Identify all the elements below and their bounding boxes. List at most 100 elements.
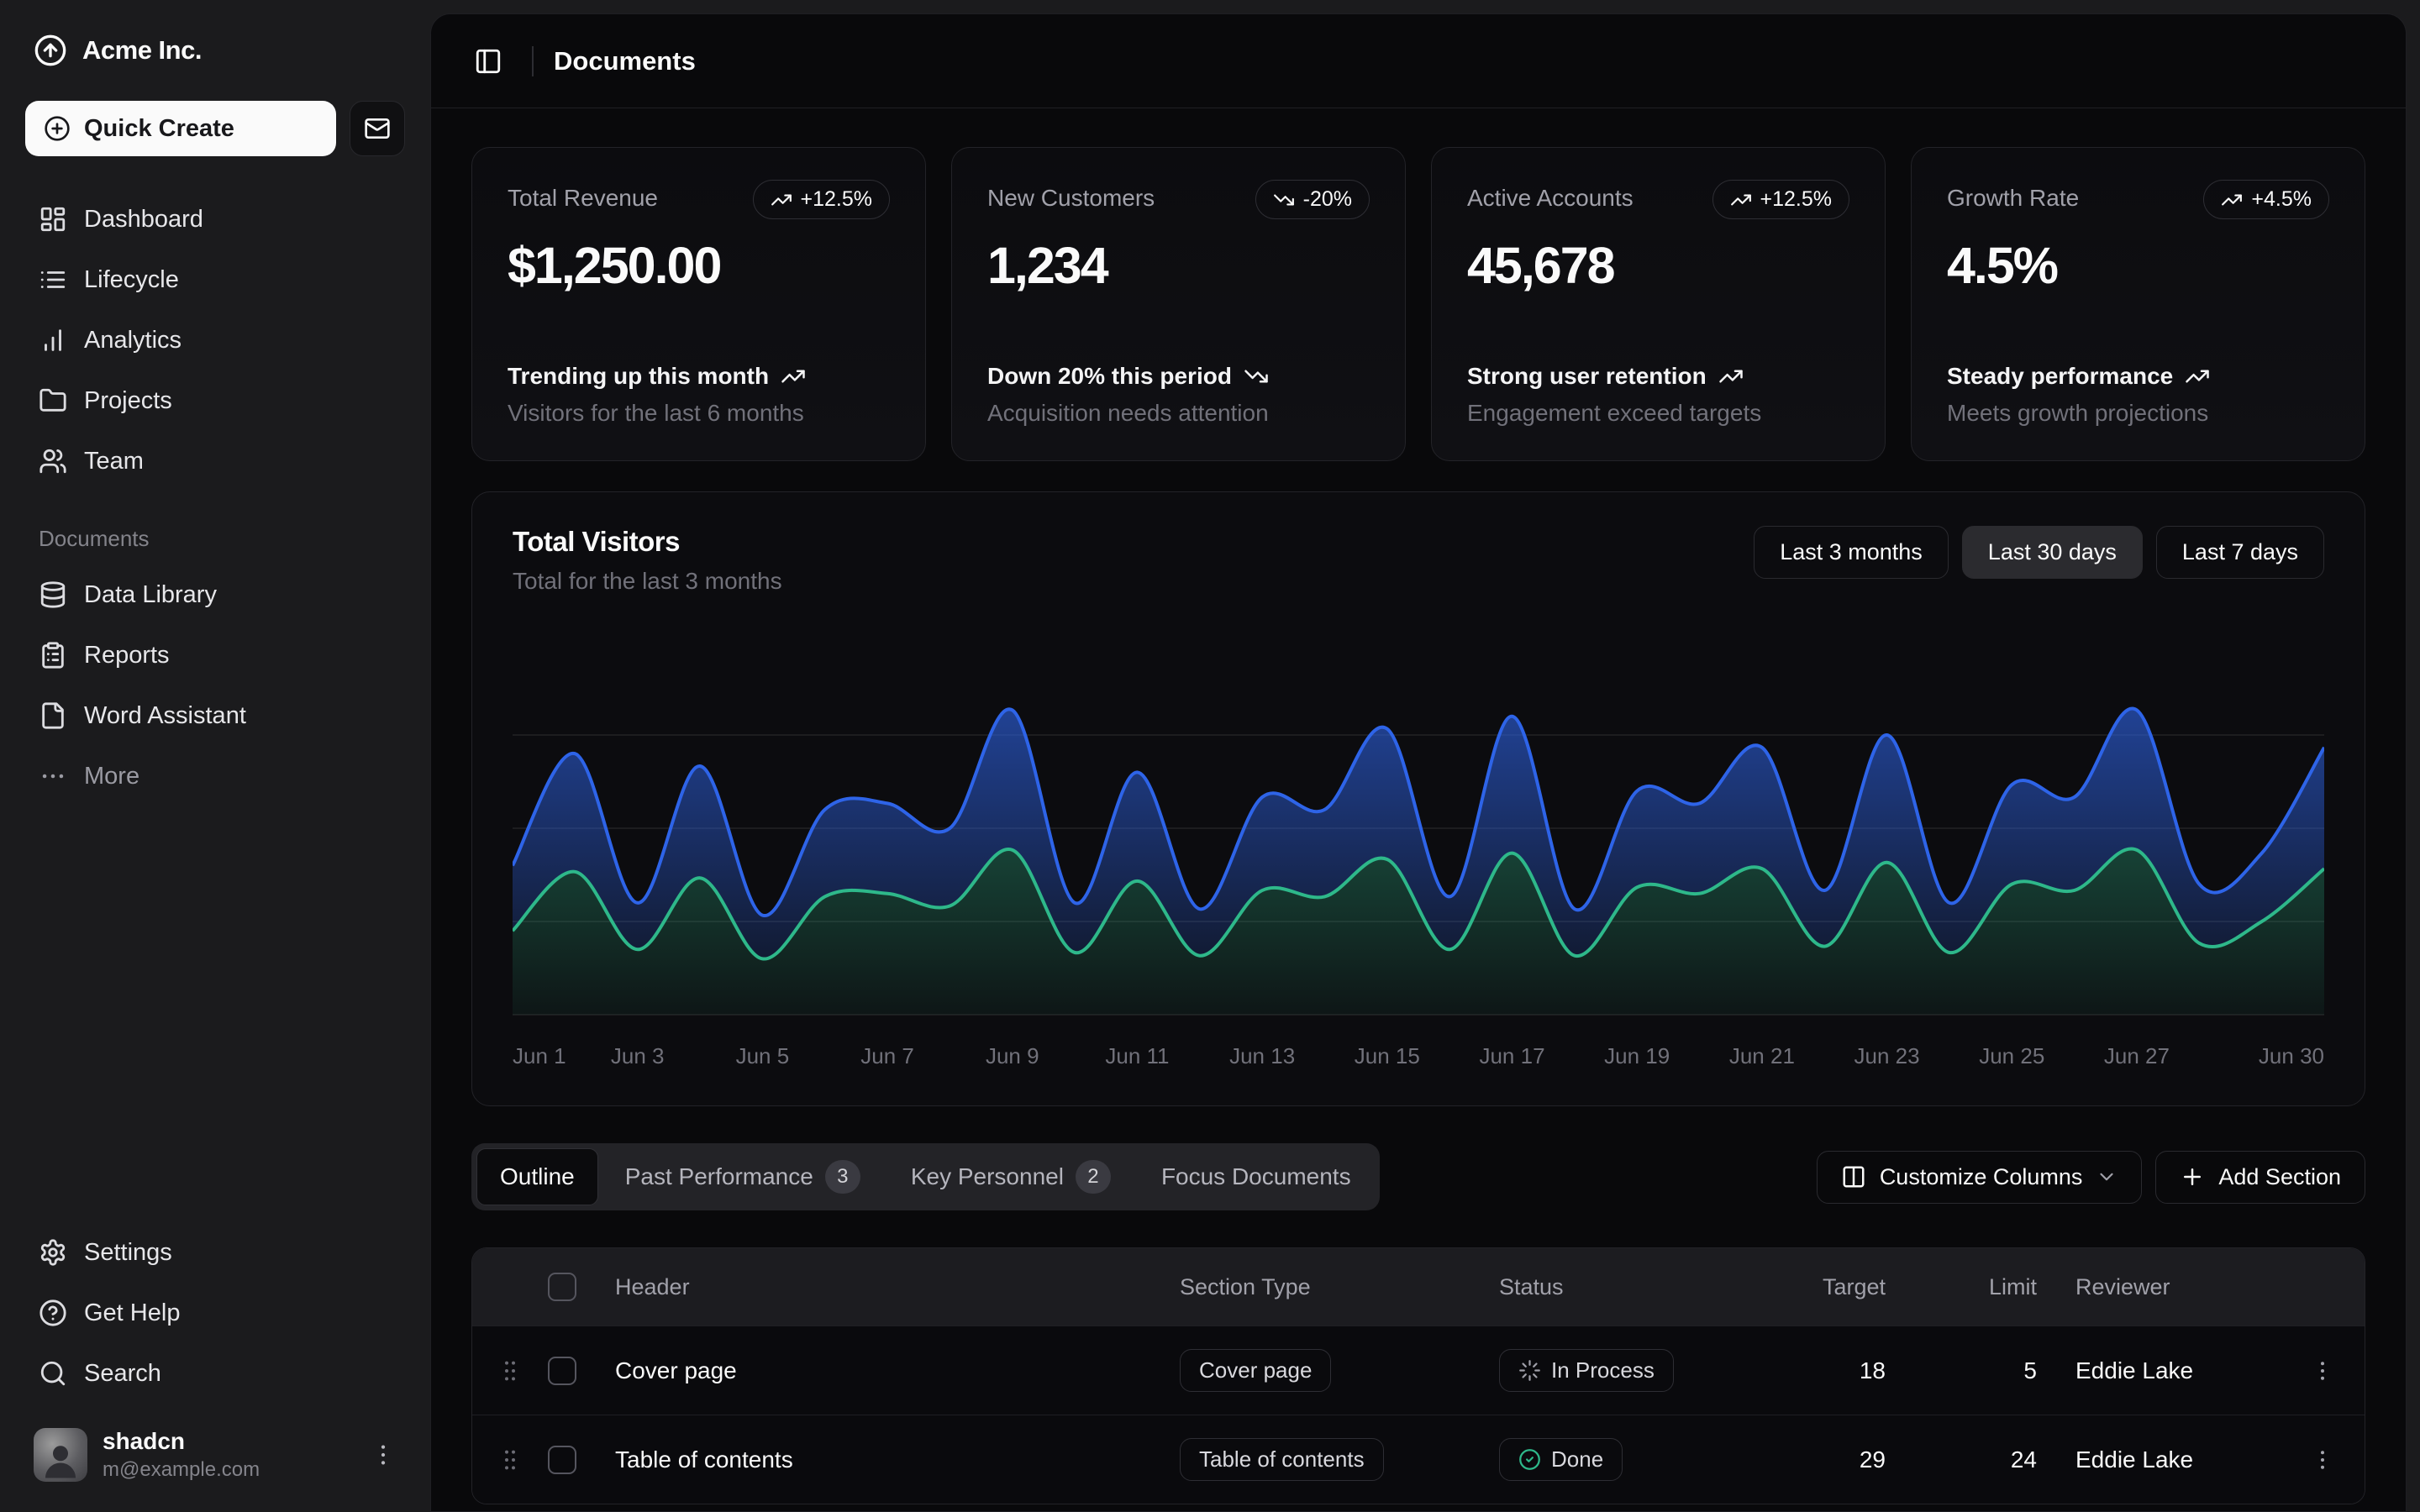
help-icon [39, 1299, 67, 1327]
x-axis-tick-label: Jun 25 [1979, 1043, 2044, 1069]
badge-value: +12.5% [801, 187, 873, 212]
sidebar-item-label: Reports [84, 642, 170, 669]
topbar-divider [532, 46, 534, 76]
card-title: Active Accounts [1467, 180, 1634, 212]
sidebar-item-projects[interactable]: Projects [25, 375, 405, 427]
row-actions-button[interactable] [2299, 1347, 2346, 1394]
main-panel: Documents Total Revenue +12.5% $1,250.00… [430, 13, 2407, 1512]
view-tabs: Outline Past Performance 3 Key Personnel… [471, 1143, 1380, 1210]
more-vertical-icon [370, 1441, 397, 1468]
column-header: Section Type [1180, 1274, 1499, 1300]
card-value: 45,678 [1467, 236, 1849, 295]
gear-icon [39, 1238, 67, 1267]
sidebar-item-label: Analytics [84, 327, 182, 354]
sidebar-item-data-library[interactable]: Data Library [25, 569, 405, 621]
user-menu[interactable]: shadcn m@example.com [25, 1421, 405, 1488]
visitors-area-chart[interactable] [513, 633, 2324, 1020]
card-title: Growth Rate [1947, 180, 2079, 212]
tab-key-personnel[interactable]: Key Personnel 2 [887, 1148, 1134, 1205]
badge-value: -20% [1303, 187, 1352, 212]
stat-cards: Total Revenue +12.5% $1,250.00 Trending … [471, 147, 2365, 461]
sidebar-item-more[interactable]: More [25, 750, 405, 802]
mail-icon [364, 115, 391, 142]
limit-cell[interactable]: 5 [1886, 1357, 2037, 1384]
trending-down-icon [1244, 364, 1269, 389]
sidebar-item-search[interactable]: Search [25, 1347, 405, 1399]
reviewer-cell[interactable]: Eddie Lake [2037, 1446, 2281, 1473]
sidebar-toggle-button[interactable] [465, 38, 512, 85]
table-row: Table of contents Table of contents Done… [472, 1415, 2365, 1504]
tab-past-performance[interactable]: Past Performance 3 [602, 1148, 884, 1205]
sidebar-item-settings[interactable]: Settings [25, 1226, 405, 1278]
tab-count-badge: 3 [825, 1160, 860, 1194]
customize-columns-label: Customize Columns [1880, 1164, 2083, 1190]
row-checkbox[interactable] [548, 1357, 576, 1385]
dashboard-icon [39, 205, 67, 234]
loader-icon [1518, 1359, 1541, 1382]
quick-create-button[interactable]: Quick Create [25, 101, 336, 156]
tab-outline[interactable]: Outline [476, 1148, 598, 1205]
quick-create-label: Quick Create [84, 115, 234, 143]
tab-label: Focus Documents [1161, 1163, 1351, 1190]
x-axis-tick-label: Jun 13 [1229, 1043, 1295, 1069]
search-icon [39, 1359, 67, 1388]
sidebar-item-label: Team [84, 448, 144, 475]
drag-handle-icon[interactable] [497, 1357, 523, 1384]
x-axis-tick-label: Jun 7 [860, 1043, 914, 1069]
list-icon [39, 265, 67, 294]
row-actions-button[interactable] [2299, 1436, 2346, 1483]
columns-icon [1841, 1164, 1866, 1189]
sidebar-item-label: More [84, 763, 139, 790]
tab-focus-documents[interactable]: Focus Documents [1138, 1148, 1375, 1205]
documents-section-label: Documents [25, 526, 405, 552]
stat-card-growth-rate: Growth Rate +4.5% 4.5% Steady performanc… [1911, 147, 2365, 461]
card-value: $1,250.00 [508, 236, 890, 295]
sidebar-item-lifecycle[interactable]: Lifecycle [25, 254, 405, 306]
inbox-button[interactable] [350, 101, 405, 156]
select-all-checkbox[interactable] [548, 1273, 576, 1301]
target-cell[interactable]: 18 [1785, 1357, 1886, 1384]
x-axis-tick-label: Jun 3 [611, 1043, 665, 1069]
more-vertical-icon [2310, 1358, 2335, 1383]
range-last-30-days[interactable]: Last 30 days [1962, 526, 2143, 579]
customize-columns-button[interactable]: Customize Columns [1817, 1151, 2143, 1204]
limit-cell[interactable]: 24 [1886, 1446, 2037, 1473]
sidebar-footer-nav: Settings Get Help Search [25, 1226, 405, 1399]
trending-up-icon [2185, 364, 2210, 389]
row-header-cell[interactable]: Table of contents [615, 1446, 1180, 1473]
status-badge: Done [1499, 1438, 1623, 1481]
sidebar-item-dashboard[interactable]: Dashboard [25, 193, 405, 245]
time-range-group: Last 3 months Last 30 days Last 7 days [1754, 526, 2324, 579]
sidebar-item-reports[interactable]: Reports [25, 629, 405, 681]
range-last-7-days[interactable]: Last 7 days [2156, 526, 2324, 579]
target-cell[interactable]: 29 [1785, 1446, 1886, 1473]
sidebar-item-label: Lifecycle [84, 266, 179, 294]
tab-label: Past Performance [625, 1163, 813, 1190]
sidebar-item-word-assistant[interactable]: Word Assistant [25, 690, 405, 742]
sidebar-item-label: Settings [84, 1239, 172, 1267]
add-section-label: Add Section [2218, 1164, 2341, 1190]
card-title: Total Revenue [508, 180, 658, 212]
ellipsis-icon [39, 762, 67, 790]
sidebar-documents-nav: Data Library Reports Word Assistant More [25, 569, 405, 802]
card-value: 4.5% [1947, 236, 2329, 295]
card-footer-text: Trending up this month [508, 363, 769, 390]
reviewer-cell[interactable]: Eddie Lake [2037, 1357, 2281, 1384]
sidebar-item-team[interactable]: Team [25, 435, 405, 487]
range-last-3-months[interactable]: Last 3 months [1754, 526, 1949, 579]
x-axis-tick-label: Jun 5 [736, 1043, 790, 1069]
x-axis-tick-label: Jun 27 [2104, 1043, 2170, 1069]
sidebar-item-analytics[interactable]: Analytics [25, 314, 405, 366]
sidebar-item-get-help[interactable]: Get Help [25, 1287, 405, 1339]
sidebar-item-label: Dashboard [84, 206, 203, 234]
drag-handle-icon[interactable] [497, 1446, 523, 1473]
org-switcher[interactable]: Acme Inc. [25, 29, 405, 72]
tab-label: Key Personnel [911, 1163, 1064, 1190]
trending-up-icon [1718, 364, 1744, 389]
row-checkbox[interactable] [548, 1446, 576, 1474]
add-section-button[interactable]: Add Section [2155, 1151, 2365, 1204]
column-header: Limit [1886, 1274, 2037, 1300]
check-circle-icon [1518, 1448, 1541, 1471]
row-header-cell[interactable]: Cover page [615, 1357, 1180, 1384]
status-label: Done [1551, 1446, 1603, 1473]
